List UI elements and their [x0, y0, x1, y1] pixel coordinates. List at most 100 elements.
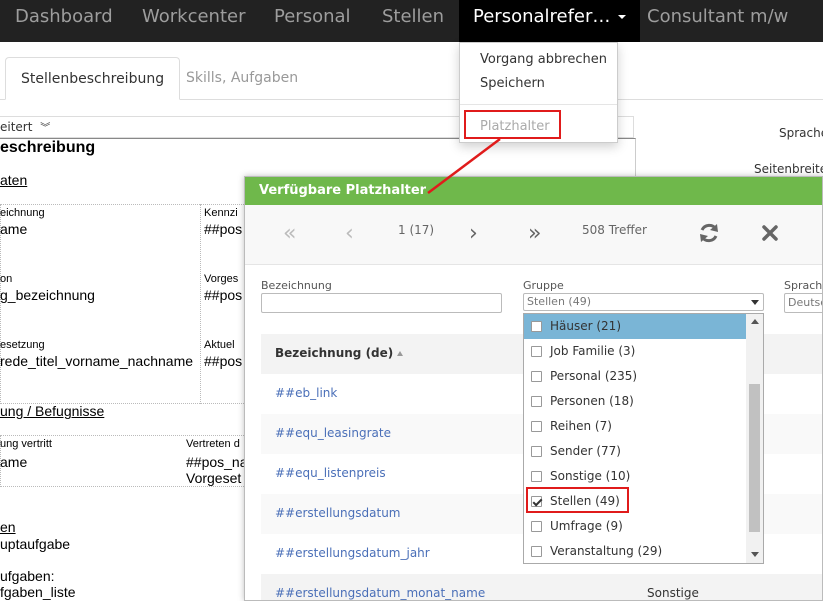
doc-section-befugnisse: ung / Befugnisse [0, 403, 105, 419]
dialog-title: Verfügbare Platzhalter [245, 177, 822, 205]
checkbox[interactable] [531, 396, 542, 407]
cell-label: Vertreten d [186, 438, 240, 450]
bezeichnung-input[interactable] [261, 293, 502, 313]
nav-dashboard[interactable]: Dashboard [15, 0, 113, 42]
list-scrollbar[interactable] [746, 314, 763, 563]
tab-stellenbeschreibung[interactable]: Stellenbeschreibung [5, 57, 181, 100]
cell-value: ##pos_na [186, 454, 248, 470]
sprache-label: Sprache [779, 126, 823, 140]
sort-asc-icon [397, 351, 404, 356]
option-label: Sonstige (10) [550, 469, 631, 483]
option-label: Job Familie (3) [550, 344, 636, 358]
refresh-icon[interactable] [697, 221, 721, 245]
scrollbar-thumb[interactable] [749, 384, 760, 532]
tab-bar: Stellenbeschreibung Skills, Aufgaben [0, 57, 823, 100]
option-personal[interactable]: Personal (235) [524, 364, 746, 389]
cell-value: ame [0, 454, 28, 470]
option-label: Personen (18) [550, 394, 634, 408]
platzhalter-dialog: Verfügbare Platzhalter « ‹ 1 (17) › » 50… [244, 176, 823, 601]
row-label[interactable]: ##erstellungsdatum_monat_name [275, 586, 485, 600]
cell-value: rede_titel_vorname_nachname [0, 353, 194, 369]
checkbox[interactable] [531, 446, 542, 457]
gruppe-label: Gruppe [523, 279, 564, 292]
doc-section-daten: aten [0, 172, 28, 188]
page-info: 1 (17) [398, 223, 435, 237]
row-label[interactable]: ##equ_listenpreis [275, 466, 386, 480]
hit-count: 508 Treffer [582, 223, 647, 237]
prev-page-icon[interactable]: ‹ [345, 221, 354, 246]
scroll-down-icon[interactable] [751, 552, 759, 557]
bezeichnung-label: Bezeichnung [261, 279, 332, 292]
column-header-bezeichnung[interactable]: Bezeichnung (de) [275, 346, 404, 360]
caret-down-icon [618, 15, 627, 19]
cell-label: on [0, 273, 13, 285]
nav-personalreferent-label: Personalrefer… [473, 6, 611, 27]
scroll-up-icon[interactable] [751, 319, 759, 324]
row-group: Sonstige [647, 586, 699, 600]
cell-label: eichnung [0, 207, 45, 219]
last-page-icon[interactable]: » [528, 221, 541, 246]
first-page-icon[interactable]: « [283, 221, 296, 246]
option-label: Veranstaltung (29) [550, 544, 663, 558]
checkbox[interactable] [531, 346, 542, 357]
doc-line: uptaufgabe [0, 536, 71, 552]
cell-value: ##pos [204, 353, 243, 369]
close-icon[interactable] [761, 224, 779, 242]
checkbox[interactable] [531, 421, 542, 432]
row-label[interactable]: ##erstellungsdatum_jahr [275, 546, 430, 560]
nav-personalreferent-dropdown[interactable]: Personalrefer… [459, 0, 641, 42]
toolbar-label[interactable]: eitert [0, 120, 32, 134]
cell-value: g_bezeichnung [0, 287, 95, 303]
doc-line: fgaben_liste [0, 584, 76, 600]
option-sonstige[interactable]: Sonstige (10) [524, 464, 746, 489]
menu-divider [460, 104, 617, 105]
nav-personal[interactable]: Personal [274, 0, 351, 42]
option-label: Reihen (7) [550, 419, 612, 433]
checkbox[interactable] [531, 371, 542, 382]
column-header-label: Bezeichnung (de) [275, 346, 394, 360]
annotation-box-stellen [526, 487, 629, 513]
select-arrow-icon [751, 300, 759, 305]
option-veranstaltung[interactable]: Veranstaltung (29) [524, 539, 746, 564]
annotation-box-platzhalter [464, 110, 561, 139]
option-personen[interactable]: Personen (18) [524, 389, 746, 414]
row-label[interactable]: ##erstellungsdatum [275, 506, 400, 520]
menu-speichern[interactable]: Speichern [480, 76, 545, 91]
option-haeuser[interactable]: Häuser (21) [524, 314, 746, 339]
nav-consultant[interactable]: Consultant m/w [647, 0, 788, 42]
menu-vorgang-abbrechen[interactable]: Vorgang abbrechen [480, 52, 607, 67]
cell-label: Vorges [204, 273, 239, 285]
checkbox[interactable] [531, 546, 542, 557]
checkbox[interactable] [531, 471, 542, 482]
checkbox[interactable] [531, 521, 542, 532]
nav-stellen[interactable]: Stellen [382, 0, 444, 42]
doc-heading: eschreibung [0, 139, 96, 156]
cell-label: Kennzi [204, 207, 238, 219]
option-sender[interactable]: Sender (77) [524, 439, 746, 464]
option-label: Häuser (21) [550, 319, 621, 333]
pagination-bar: « ‹ 1 (17) › » 508 Treffer [245, 205, 822, 265]
next-page-icon[interactable]: › [469, 221, 478, 246]
cell-label: ung vertritt [0, 438, 52, 450]
cell-label: Aktuel [204, 339, 235, 351]
seitenbreite-label: Seitenbreite [754, 162, 823, 176]
option-label: Umfrage (9) [550, 519, 623, 533]
option-job-familie[interactable]: Job Familie (3) [524, 339, 746, 364]
sprache-filter-label: Sprache [784, 279, 823, 292]
table-row[interactable]: ##erstellungsdatum_monat_name Sonstige [261, 574, 822, 600]
option-umfrage[interactable]: Umfrage (9) [524, 514, 746, 539]
doc-line: ufgaben: [0, 568, 55, 584]
row-label[interactable]: ##eb_link [275, 386, 337, 400]
top-navbar: Dashboard Workcenter Personal Stellen Pe… [0, 0, 823, 42]
chevron-double-down-icon[interactable]: ︾ [40, 123, 50, 134]
gruppe-select[interactable]: Stellen (49) [523, 293, 764, 311]
option-reihen[interactable]: Reihen (7) [524, 414, 746, 439]
checkbox[interactable] [531, 321, 542, 332]
tab-skills-aufgaben[interactable]: Skills, Aufgaben [171, 57, 313, 100]
option-label: Personal (235) [550, 369, 638, 383]
sprache-select[interactable]: Deutsc [784, 293, 822, 313]
row-label[interactable]: ##equ_leasingrate [275, 426, 391, 440]
doc-section-aufgaben: en [0, 519, 16, 535]
nav-workcenter[interactable]: Workcenter [142, 0, 246, 42]
cell-value: Vorgeset [186, 470, 242, 486]
